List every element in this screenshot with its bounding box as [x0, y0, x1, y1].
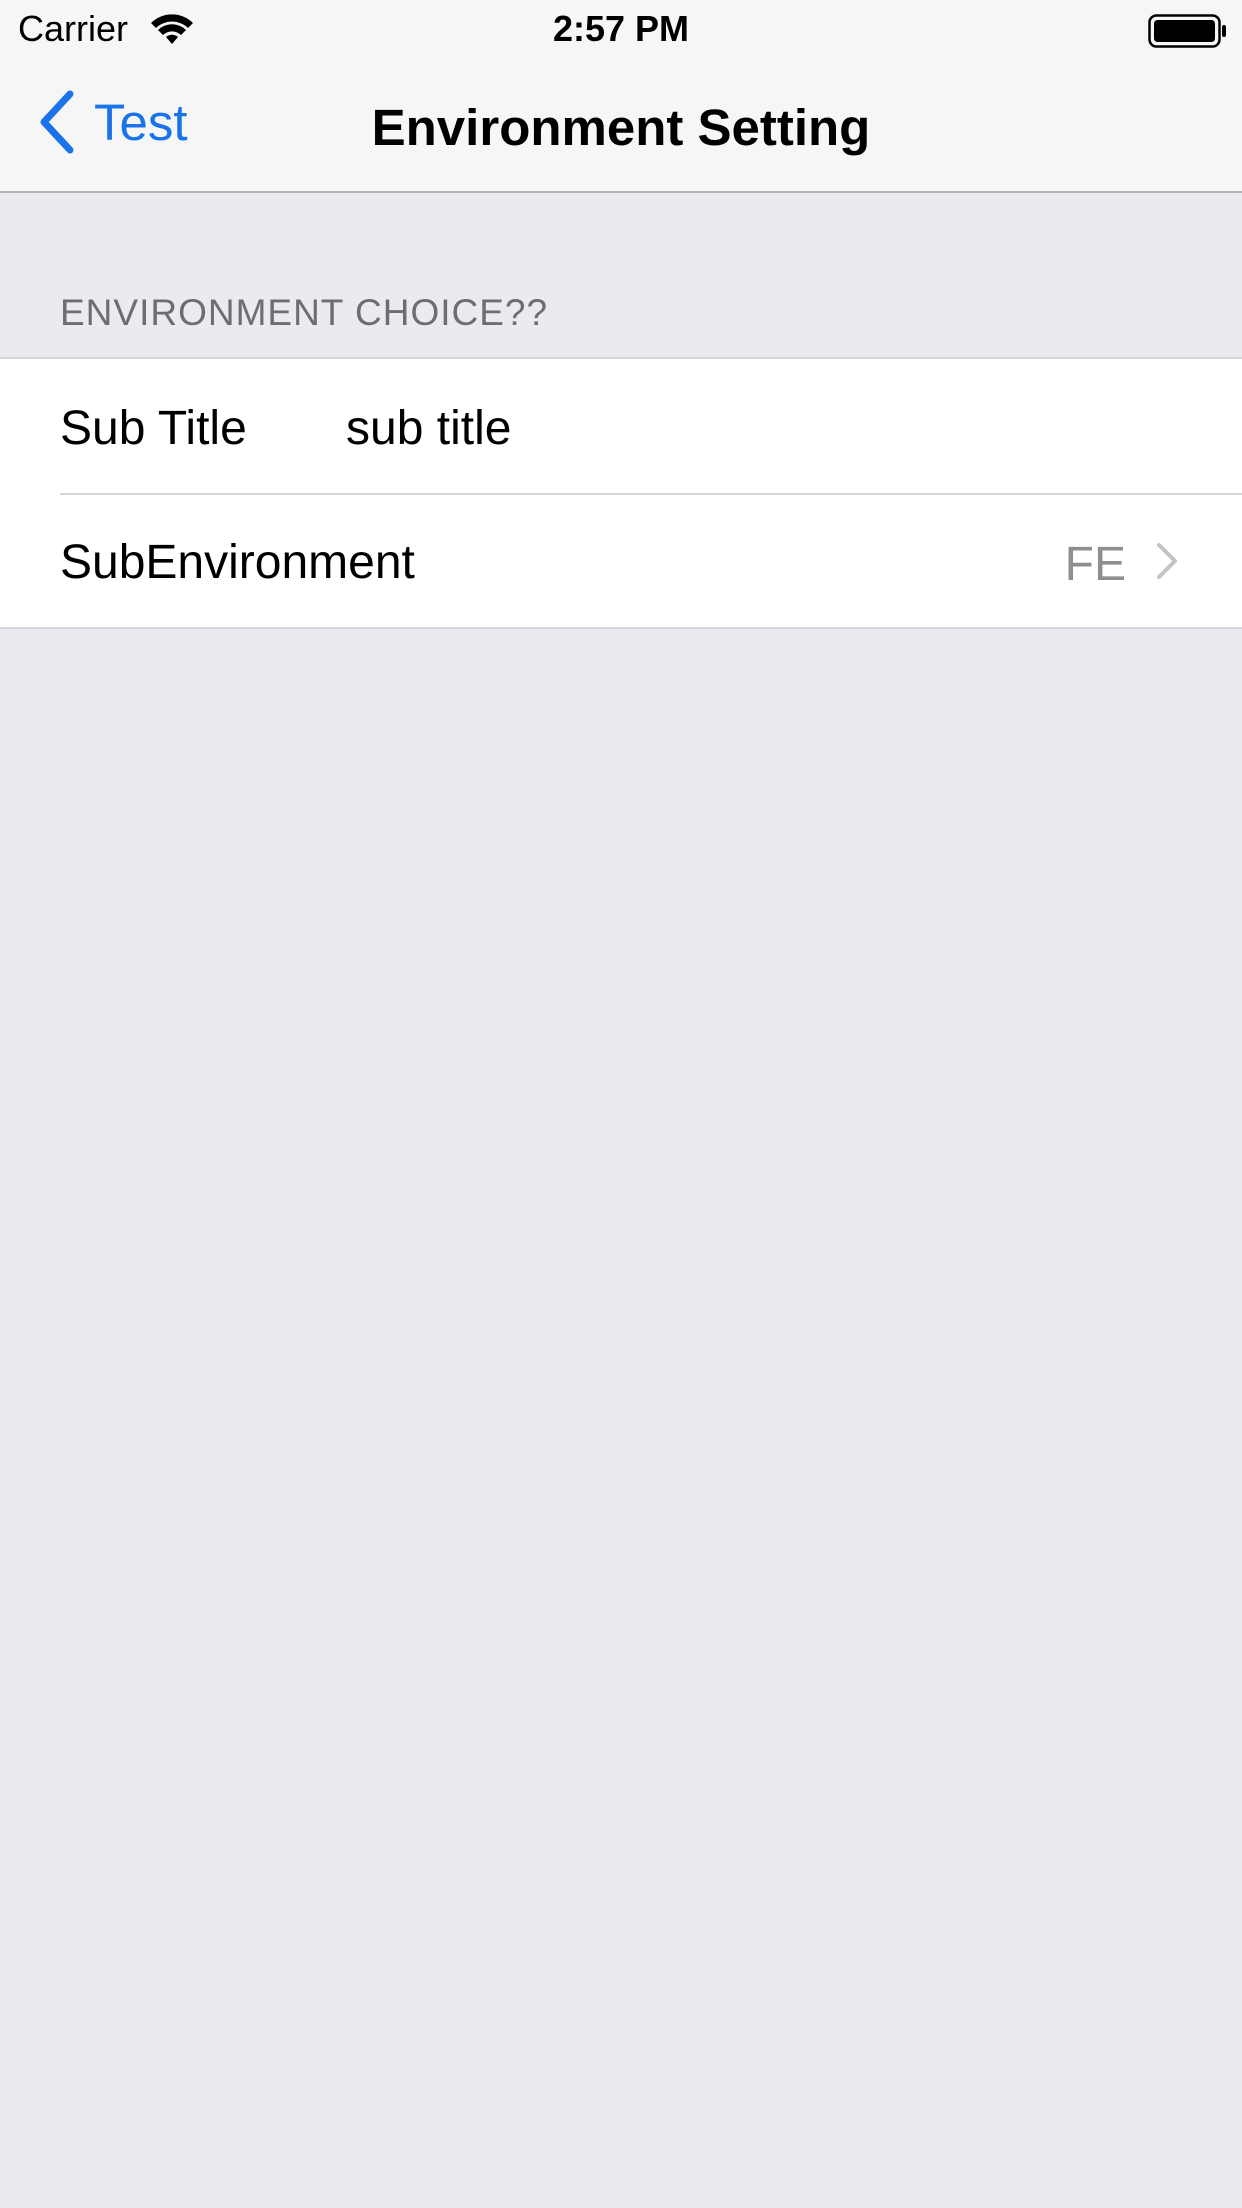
subenvironment-label: SubEnvironment [60, 536, 415, 589]
navigation-bar: Test Environment Setting [0, 60, 1242, 193]
settings-table: Sub Title SubEnvironment FE [0, 357, 1242, 629]
section-header: ENVIRONMENT CHOICE?? [60, 292, 549, 333]
table-row-subenvironment[interactable]: SubEnvironment FE [0, 493, 1242, 627]
table-row-sub-title[interactable]: Sub Title [0, 359, 1242, 493]
sub-title-label: Sub Title [60, 402, 247, 455]
sub-title-field[interactable] [346, 401, 1166, 456]
status-bar: Carrier 2:57 PM [0, 0, 1242, 60]
chevron-right-icon [1157, 543, 1177, 579]
status-time: 2:57 PM [552, 8, 690, 49]
subenvironment-value: FE [1064, 538, 1126, 591]
page-title: Environment Setting [371, 99, 871, 156]
battery-icon [1148, 14, 1226, 48]
